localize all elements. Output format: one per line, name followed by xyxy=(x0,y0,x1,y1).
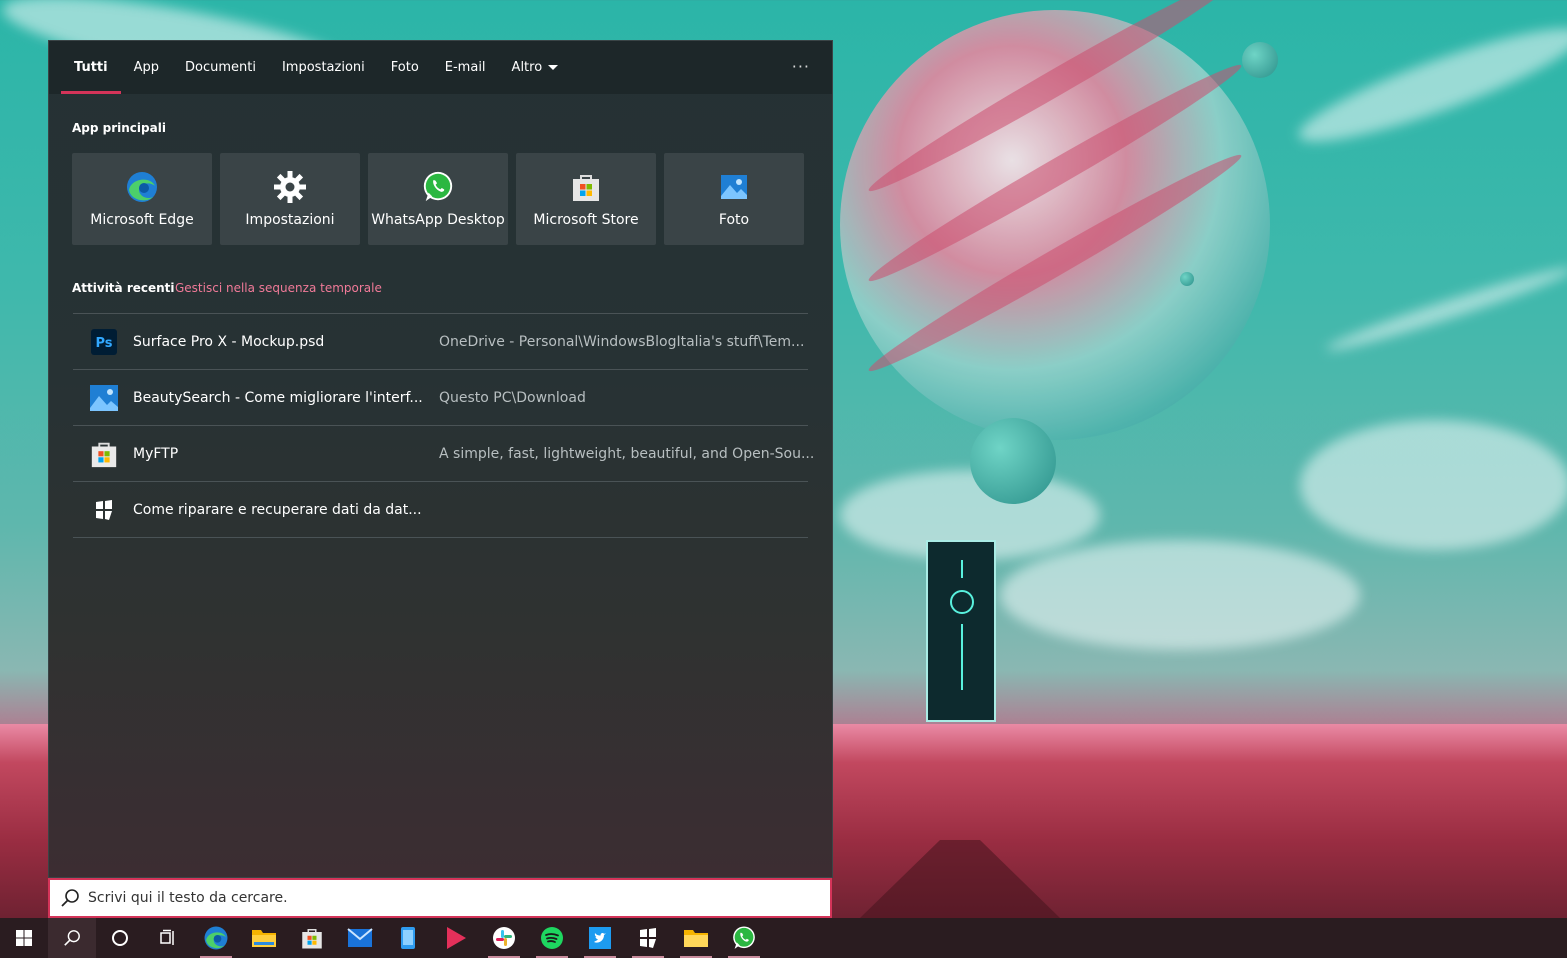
edge-icon xyxy=(125,170,159,204)
tab-email[interactable]: E-mail xyxy=(432,41,499,94)
search-panel: Tutti App Documenti Impostazioni Foto E-… xyxy=(48,40,833,878)
start-button[interactable] xyxy=(0,918,48,958)
recent-item-name: Surface Pro X - Mockup.psd xyxy=(133,333,325,350)
tab-label: Impostazioni xyxy=(281,60,365,75)
recent-activity-heading: Attività recenti xyxy=(72,281,175,295)
edge-icon xyxy=(204,926,228,950)
taskbar-search-button[interactable] xyxy=(48,918,96,958)
folder-icon xyxy=(684,930,708,947)
app-tile-foto[interactable]: Foto xyxy=(664,153,804,245)
svg-text:Ps: Ps xyxy=(95,336,112,351)
app-tile-label: Microsoft Store xyxy=(533,212,639,228)
recent-item-name: BeautySearch - Come migliorare l'interf.… xyxy=(133,389,423,406)
tab-tutti[interactable]: Tutti xyxy=(61,41,121,94)
tab-label: Foto xyxy=(390,60,419,75)
app-tile-whatsapp[interactable]: WhatsApp Desktop xyxy=(368,153,508,245)
app-tile-label: Microsoft Edge xyxy=(90,212,194,228)
app-tile-impostazioni[interactable]: Impostazioni xyxy=(220,153,360,245)
taskbar-app-edge[interactable] xyxy=(192,918,240,958)
photoshop-icon: Ps xyxy=(89,327,119,357)
windowsblog-icon xyxy=(640,928,656,948)
recent-item[interactable]: Come riparare e recuperare dati da dat..… xyxy=(73,482,808,538)
monolith-illustration xyxy=(926,540,996,722)
cortana-icon xyxy=(112,930,128,946)
planet-illustration xyxy=(840,0,1270,440)
store-icon xyxy=(569,170,603,204)
whatsapp-icon xyxy=(733,926,755,949)
search-icon xyxy=(61,889,79,907)
play-icon xyxy=(447,927,466,949)
recent-item-path: A simple, fast, lightweight, beautiful, … xyxy=(439,445,815,462)
windows-logo-icon xyxy=(16,930,32,946)
taskbar-app-files[interactable] xyxy=(672,918,720,958)
more-options-button[interactable]: ··· xyxy=(792,57,810,76)
store-icon xyxy=(89,439,119,469)
tab-label: App xyxy=(133,60,159,75)
tab-impostazioni[interactable]: Impostazioni xyxy=(269,41,378,94)
taskbar-app-media[interactable] xyxy=(432,918,480,958)
tab-label: Altro xyxy=(511,60,543,75)
tab-app[interactable]: App xyxy=(121,41,172,94)
cortana-button[interactable] xyxy=(96,918,144,958)
recent-item-name: Come riparare e recuperare dati da dat..… xyxy=(133,501,422,518)
tab-documenti[interactable]: Documenti xyxy=(172,41,269,94)
taskbar-app-twitter[interactable] xyxy=(576,918,624,958)
tab-label: Documenti xyxy=(185,60,256,75)
spotify-icon xyxy=(541,927,563,949)
search-box[interactable] xyxy=(48,878,832,918)
tab-label: E-mail xyxy=(444,60,486,75)
app-tile-label: WhatsApp Desktop xyxy=(371,212,505,228)
mail-icon xyxy=(347,928,373,947)
tab-foto[interactable]: Foto xyxy=(378,41,432,94)
taskbar-app-store[interactable] xyxy=(288,918,336,958)
search-tabs: Tutti App Documenti Impostazioni Foto E-… xyxy=(49,41,832,94)
photos-icon xyxy=(717,170,751,204)
top-apps-heading: App principali xyxy=(72,121,166,135)
store-icon xyxy=(302,929,322,949)
phone-icon xyxy=(401,927,415,949)
manage-timeline-link[interactable]: Gestisci nella sequenza temporale xyxy=(175,281,382,295)
taskbar-app-slack[interactable] xyxy=(480,918,528,958)
recent-item-name: MyFTP xyxy=(133,445,179,462)
photos-icon xyxy=(89,383,119,413)
search-input[interactable] xyxy=(88,890,788,906)
top-apps-grid: Microsoft Edge Impostazioni WhatsApp Des… xyxy=(72,153,804,245)
taskbar-app-spotify[interactable] xyxy=(528,918,576,958)
recent-item[interactable]: MyFTP A simple, fast, lightweight, beaut… xyxy=(73,426,814,482)
tab-label: Tutti xyxy=(74,60,108,75)
taskbar-app-whatsapp[interactable] xyxy=(720,918,768,958)
app-tile-label: Impostazioni xyxy=(245,212,335,228)
chevron-down-icon xyxy=(548,65,559,70)
search-icon xyxy=(64,930,80,946)
task-view-button[interactable] xyxy=(144,918,192,958)
recent-item-path: Questo PC\Download xyxy=(439,389,586,406)
recent-item[interactable]: Ps Surface Pro X - Mockup.psd OneDrive -… xyxy=(73,314,808,370)
taskbar-app-windowsblog[interactable] xyxy=(624,918,672,958)
whatsapp-icon xyxy=(421,170,455,204)
taskbar-app-phone[interactable] xyxy=(384,918,432,958)
taskbar-app-explorer[interactable] xyxy=(240,918,288,958)
recent-item-path: OneDrive - Personal\WindowsBlogItalia's … xyxy=(439,333,805,350)
app-tile-edge[interactable]: Microsoft Edge xyxy=(72,153,212,245)
recent-item[interactable]: BeautySearch - Come migliorare l'interf.… xyxy=(73,370,808,426)
slack-icon xyxy=(493,927,515,949)
taskbar xyxy=(0,918,1567,958)
recent-activity-list: Ps Surface Pro X - Mockup.psd OneDrive -… xyxy=(73,313,814,538)
twitter-icon xyxy=(589,927,611,949)
task-view-icon xyxy=(160,929,174,945)
folder-icon xyxy=(252,930,276,947)
app-tile-label: Foto xyxy=(718,212,750,228)
gear-icon xyxy=(273,170,307,204)
windowsblog-icon xyxy=(89,495,119,525)
tab-altro-dropdown[interactable]: Altro xyxy=(499,41,572,94)
app-tile-store[interactable]: Microsoft Store xyxy=(516,153,656,245)
taskbar-app-mail[interactable] xyxy=(336,918,384,958)
